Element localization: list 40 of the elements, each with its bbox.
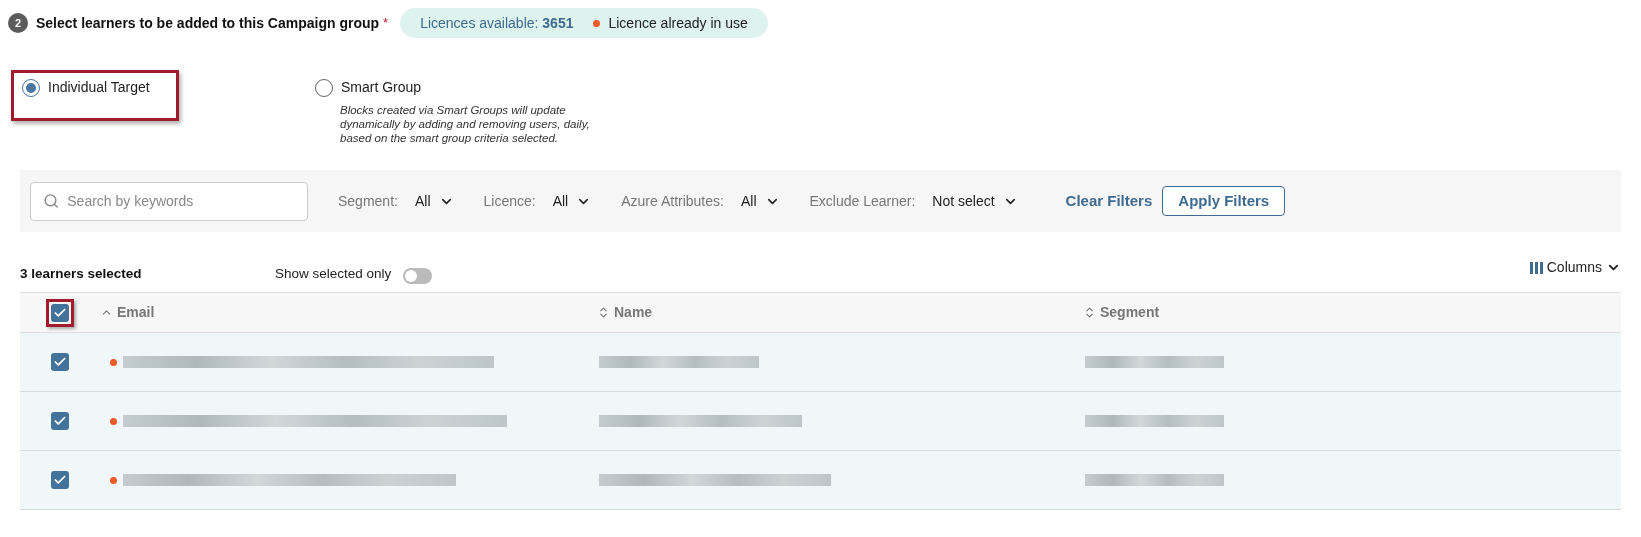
filter-dropdown[interactable]: Not select	[932, 190, 1018, 212]
filter-label: Licence:	[483, 191, 536, 211]
columns-button[interactable]: Columns	[1529, 257, 1621, 278]
radio-label: Individual Target	[48, 78, 150, 97]
apply-filters-button[interactable]: Apply Filters	[1162, 186, 1286, 216]
sort-icon[interactable]	[1083, 306, 1096, 319]
columns-icon	[1529, 261, 1543, 274]
radio-label: Smart Group	[341, 78, 422, 97]
column-header[interactable]: Name	[614, 302, 653, 323]
required-mark: *	[383, 14, 389, 33]
section-title: Select learners to be added to this Campaign group	[36, 13, 380, 33]
radio-button[interactable]	[22, 78, 40, 97]
licences-available-text: Licences available: 3651	[420, 13, 574, 33]
option-description: Blocks created via Smart Groups will update dynamically by adding and removing users, daily, based on the smart group criteria selected.	[339, 103, 591, 145]
search-field[interactable]: Search by keywords	[30, 181, 308, 221]
toggle-switch[interactable]	[403, 268, 433, 284]
search-input[interactable]: Search by keywords	[67, 190, 295, 212]
check-icon	[53, 473, 67, 487]
sort-icon[interactable]	[597, 306, 610, 319]
check-icon	[53, 414, 67, 428]
column-header[interactable]: Segment	[1100, 302, 1160, 323]
check-icon	[53, 355, 67, 369]
filter-label: Azure Attributes:	[621, 191, 724, 211]
radio-button[interactable]	[315, 78, 333, 97]
step-number: 2	[8, 13, 28, 33]
checkbox[interactable]	[51, 353, 69, 371]
selection-count: 3 learners selected	[20, 264, 143, 283]
column-header[interactable]: Email	[117, 302, 155, 323]
filter-dropdown[interactable]: All	[552, 190, 592, 212]
clear-filters-link[interactable]: Clear Filters	[1065, 189, 1153, 213]
checkbox[interactable]	[51, 303, 69, 322]
checkbox[interactable]	[51, 412, 69, 430]
filter-dropdown[interactable]: All	[414, 190, 454, 212]
legend-label: Licence already in use	[608, 13, 748, 33]
filter-dropdown[interactable]: All	[740, 190, 780, 212]
toggle-label: Show selected only	[275, 264, 392, 283]
search-icon	[43, 192, 60, 210]
checkbox[interactable]	[51, 471, 69, 489]
filter-label: Exclude Learner:	[809, 191, 916, 211]
filter-label: Segment:	[338, 191, 398, 211]
